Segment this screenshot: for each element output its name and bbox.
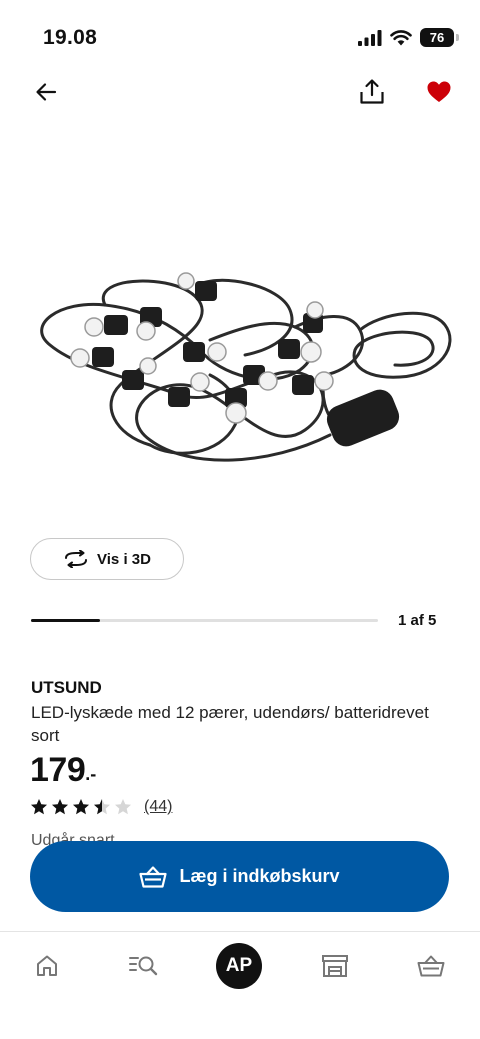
tab-basket[interactable] bbox=[406, 946, 456, 986]
view-in-3d-button[interactable]: Vis i 3D bbox=[30, 538, 184, 580]
add-to-cart-button[interactable]: Læg i indkøbskurv bbox=[30, 841, 449, 912]
tab-profile[interactable]: AP bbox=[216, 943, 262, 989]
star-icon bbox=[73, 799, 89, 815]
star-icon bbox=[115, 799, 131, 815]
heart-filled-icon bbox=[427, 81, 451, 102]
top-nav bbox=[0, 72, 480, 112]
status-time: 19.08 bbox=[43, 26, 98, 49]
tab-home[interactable] bbox=[22, 946, 72, 986]
rating-stars bbox=[30, 798, 132, 816]
battery-indicator: 76 bbox=[420, 28, 459, 47]
product-rating[interactable]: (44) bbox=[30, 798, 172, 816]
product-price: 179 .- bbox=[30, 751, 96, 790]
product-description: LED-lyskæde med 12 pærer, udendørs/ batt… bbox=[31, 703, 429, 745]
gallery-position-label: 1 af 5 bbox=[398, 612, 437, 629]
signal-icon bbox=[358, 29, 382, 46]
star-icon bbox=[31, 799, 47, 815]
price-amount: 179 bbox=[30, 751, 86, 789]
share-upload-icon bbox=[360, 79, 384, 104]
search-list-icon bbox=[129, 956, 158, 976]
star-icon bbox=[52, 799, 68, 815]
tab-stores[interactable] bbox=[310, 946, 360, 986]
bottom-nav: AP bbox=[0, 931, 480, 1039]
gallery-progress-bar bbox=[31, 619, 378, 622]
view-in-3d-label: Vis i 3D bbox=[97, 550, 151, 568]
store-icon bbox=[322, 955, 348, 977]
rotate-3d-icon bbox=[65, 550, 88, 568]
arrow-left-icon bbox=[36, 83, 57, 101]
status-icons: 76 bbox=[358, 28, 459, 47]
share-button[interactable] bbox=[352, 72, 392, 112]
favorite-button[interactable] bbox=[419, 72, 459, 112]
basket-icon bbox=[417, 955, 445, 977]
wifi-icon bbox=[390, 29, 412, 45]
gallery-progress-fill bbox=[31, 619, 101, 622]
basket-icon bbox=[139, 865, 168, 888]
product-name: UTSUND bbox=[31, 678, 102, 697]
price-suffix: .- bbox=[85, 764, 97, 784]
add-to-cart-label: Læg i indkøbskurv bbox=[179, 866, 340, 886]
star-icon bbox=[94, 799, 110, 815]
product-image[interactable] bbox=[20, 255, 460, 470]
home-icon bbox=[37, 955, 57, 976]
back-button[interactable] bbox=[26, 72, 66, 112]
review-count-link[interactable]: (44) bbox=[144, 798, 172, 816]
status-bar: 19.08 76 bbox=[0, 0, 480, 70]
tab-search[interactable] bbox=[118, 946, 168, 986]
